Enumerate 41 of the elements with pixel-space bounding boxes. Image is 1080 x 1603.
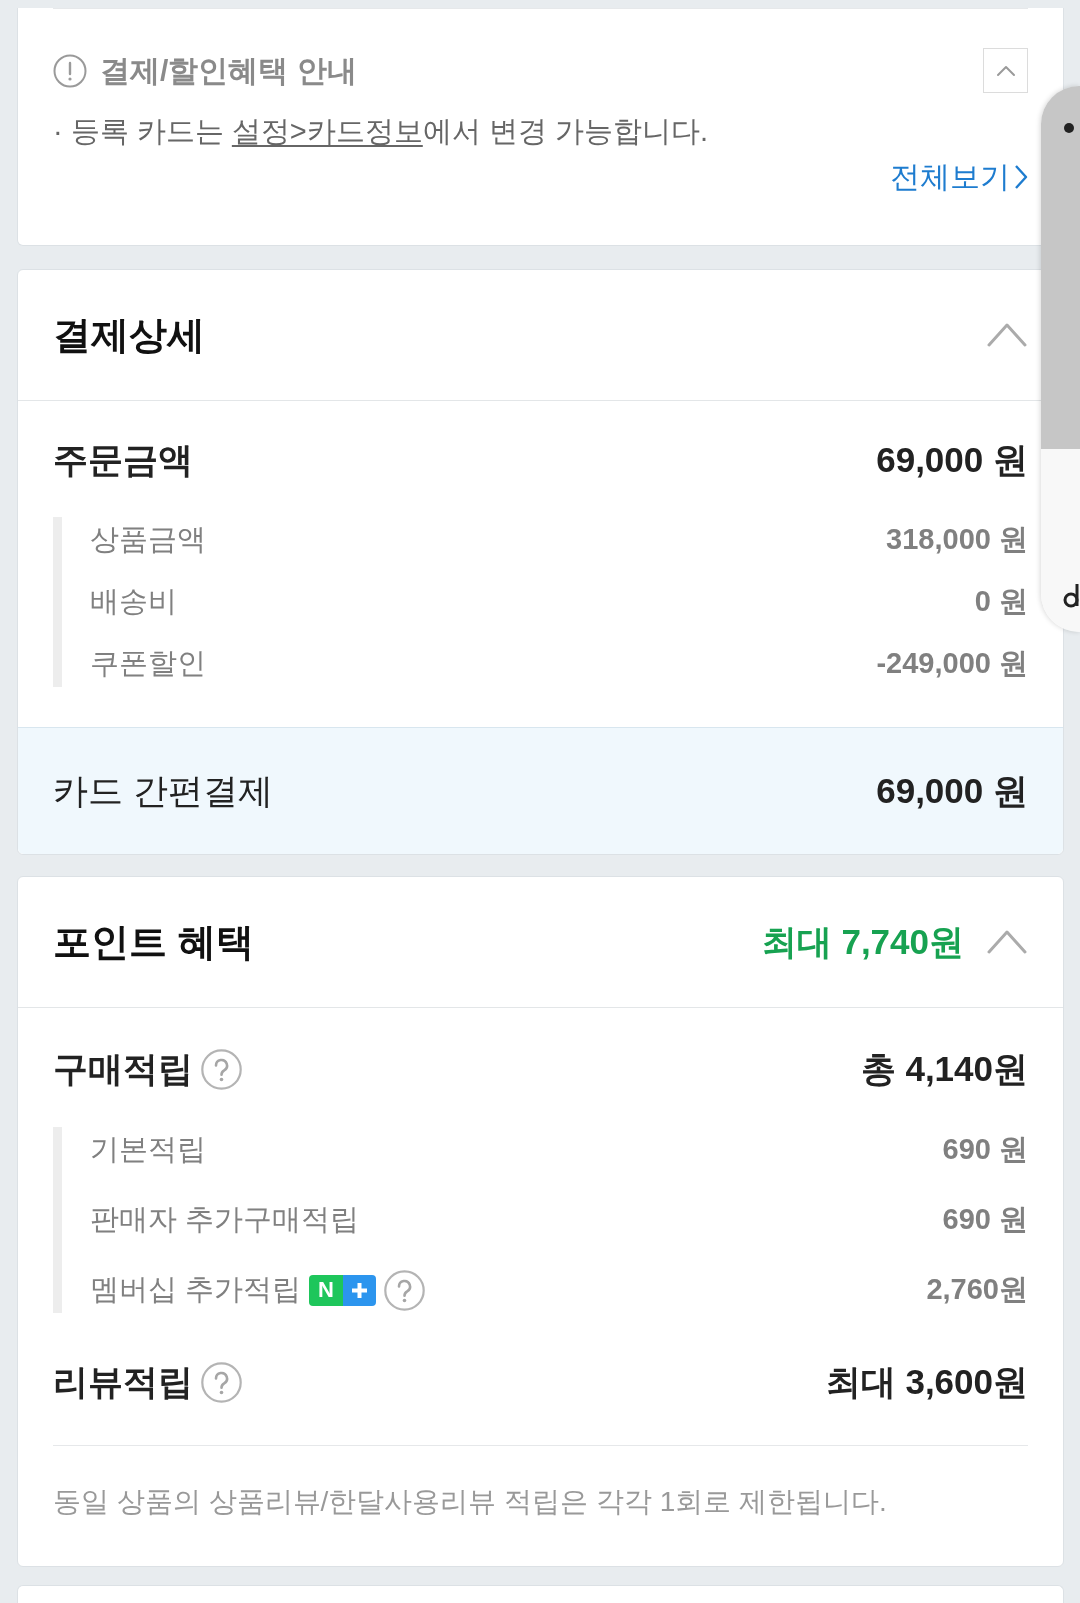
notice-text: · 등록 카드는 설정>카드정보에서 변경 가능합니다.	[53, 114, 709, 149]
chevron-right-icon	[1014, 164, 1028, 190]
detail-value: -249,000 원	[876, 646, 1028, 681]
payment-method-label: 카드 간편결제	[53, 769, 273, 812]
chevron-up-icon[interactable]	[986, 929, 1028, 955]
points-group-value: 총 4,140원	[860, 1047, 1028, 1090]
section-title: 결제상세	[53, 312, 205, 358]
points-item-label: 판매자 추가구매적립	[90, 1202, 360, 1237]
points-item-label: 기본적립	[90, 1132, 206, 1167]
membership-badge: N	[309, 1274, 344, 1306]
detail-label: 배송비	[90, 584, 177, 619]
points-item-value: 690 원	[942, 1132, 1028, 1167]
collapse-button[interactable]	[983, 48, 1028, 93]
points-group-value: 최대 3,600원	[825, 1360, 1028, 1403]
points-group-label: 구매적립	[53, 1047, 193, 1090]
review-limit-note: 동일 상품의 상품리뷰/한달사용리뷰 적립은 각각 1회로 제한됩니다.	[53, 1485, 888, 1519]
dot-icon	[1064, 123, 1074, 133]
help-icon[interactable]	[201, 1361, 242, 1403]
points-item-label: 멤버십 추가적립	[90, 1272, 302, 1307]
points-item-value: 2,760원	[926, 1272, 1028, 1307]
plus-icon	[343, 1274, 377, 1306]
edge-panel-handle[interactable]	[1041, 86, 1080, 632]
help-icon[interactable]	[201, 1048, 242, 1090]
detail-label: 쿠폰할인	[90, 646, 206, 681]
info-icon	[53, 53, 87, 88]
ring-stem-icon	[1063, 583, 1080, 608]
section-title: 포인트 혜택	[53, 919, 254, 965]
max-points-summary: 최대 7,740원	[761, 920, 964, 963]
chevron-up-icon[interactable]	[986, 322, 1028, 348]
payment-method-value: 69,000 원	[876, 769, 1028, 812]
order-amount-label: 주문금액	[53, 438, 193, 481]
notice-title: 결제/할인혜택 안내	[100, 52, 357, 89]
points-group-label: 리뷰적립	[53, 1360, 193, 1403]
order-amount-value: 69,000 원	[876, 438, 1028, 481]
help-icon[interactable]	[384, 1269, 426, 1311]
view-all-link[interactable]: 전체보기	[890, 157, 1028, 197]
card-settings-link[interactable]: 설정>카드정보	[231, 115, 423, 147]
detail-value: 318,000 원	[886, 522, 1028, 557]
detail-label: 상품금액	[90, 522, 206, 557]
detail-value: 0 원	[974, 584, 1028, 619]
points-item-value: 690 원	[942, 1202, 1028, 1237]
